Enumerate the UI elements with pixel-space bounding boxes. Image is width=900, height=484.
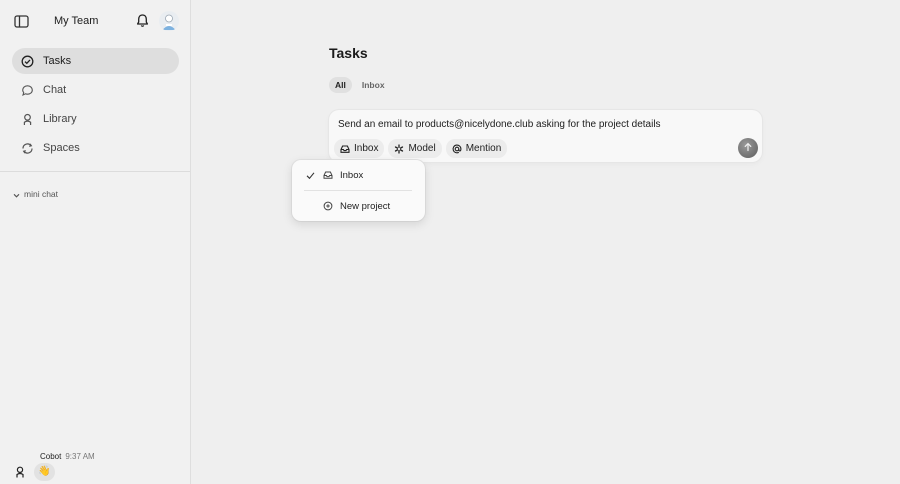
plus-circle-icon <box>323 201 333 211</box>
sidebar-item-tasks[interactable]: Tasks <box>12 48 179 74</box>
chip-label: Model <box>408 143 436 154</box>
dropdown-divider <box>304 190 412 191</box>
person-icon <box>21 113 34 126</box>
last-message-meta: Cobot 9:37 AM <box>40 452 95 461</box>
sidebar-item-library[interactable]: Library <box>12 106 179 132</box>
chat-bubble-icon <box>21 84 34 97</box>
sidebar-item-chat[interactable]: Chat <box>12 77 179 103</box>
message-sender: Cobot <box>40 452 62 461</box>
composer-input[interactable]: Send an email to products@nicelydone.clu… <box>338 119 661 130</box>
inbox-icon <box>340 144 350 154</box>
sidebar-item-spaces[interactable]: Spaces <box>12 135 179 161</box>
sidebar-item-label: Chat <box>43 84 67 96</box>
tab-all[interactable]: All <box>329 77 352 93</box>
mini-chat-toggle[interactable]: mini chat <box>13 189 58 199</box>
inbox-icon <box>323 170 333 180</box>
reaction-button[interactable]: 👋 <box>34 463 55 481</box>
bell-icon[interactable] <box>134 12 151 29</box>
sync-icon <box>21 142 34 155</box>
inbox-chip-button[interactable]: Inbox <box>334 139 385 158</box>
composer-chips: Inbox Model Mention <box>334 139 511 158</box>
mention-chip-button[interactable]: Mention <box>445 139 508 158</box>
tab-inbox[interactable]: Inbox <box>356 77 391 93</box>
sidebar-item-label: Library <box>43 113 77 125</box>
mini-chat-label: mini chat <box>24 189 59 199</box>
sidebar-item-label: Tasks <box>43 55 72 67</box>
dropdown-item-label: New project <box>340 200 391 212</box>
sidebar-divider <box>0 171 190 172</box>
sidebar-nav: Tasks Chat Library Spaces <box>12 48 179 164</box>
sidebar-toggle-icon[interactable] <box>13 13 30 30</box>
check-circle-icon <box>21 55 34 68</box>
page-title: Tasks <box>329 45 368 61</box>
message-time: 9:37 AM <box>65 452 95 461</box>
team-name[interactable]: My Team <box>54 15 98 27</box>
chip-label: Inbox <box>354 143 379 154</box>
task-composer: Send an email to products@nicelydone.clu… <box>329 110 762 162</box>
model-chip-button[interactable]: Model <box>388 139 442 158</box>
send-button[interactable] <box>738 138 758 158</box>
inbox-dropdown-menu: Inbox New project <box>292 160 425 221</box>
task-tabs: All Inbox <box>329 77 395 93</box>
at-icon <box>452 143 462 154</box>
sidebar-item-label: Spaces <box>43 142 80 154</box>
dropdown-item-new-project[interactable]: New project <box>292 195 425 217</box>
avatar[interactable] <box>159 11 179 31</box>
chip-label: Mention <box>465 143 502 154</box>
checkmark-icon <box>306 171 315 180</box>
sidebar-header: My Team <box>0 0 190 44</box>
dropdown-item-inbox[interactable]: Inbox <box>292 164 425 186</box>
sidebar: My Team Tasks Chat Library Spaces mini c… <box>0 0 191 484</box>
dropdown-item-label: Inbox <box>340 169 364 181</box>
chevron-down-icon <box>13 191 20 198</box>
asterisk-icon <box>394 143 404 154</box>
user-icon[interactable] <box>14 465 26 478</box>
arrow-up-icon <box>743 139 753 157</box>
